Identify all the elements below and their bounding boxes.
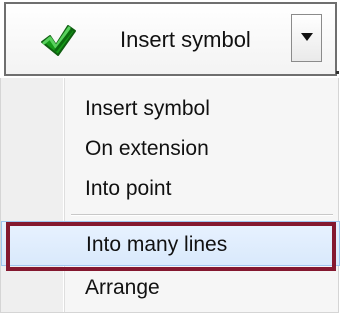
menu-item-label: On extension	[85, 137, 209, 160]
insert-symbol-dropdown-ui: Insert symbol Insert symbol On extension…	[0, 0, 347, 315]
menu-item-arrange[interactable]: Arrange	[1, 265, 340, 310]
insert-symbol-dropdown-menu: Insert symbol On extension Into point In…	[0, 78, 340, 313]
dropdown-toggle-button[interactable]	[291, 14, 322, 62]
menu-separator	[71, 214, 333, 216]
menu-item-label: Into many lines	[86, 233, 228, 256]
insert-symbol-split-button[interactable]: Insert symbol	[4, 2, 337, 76]
menu-item-label: Arrange	[85, 276, 160, 299]
menu-item-on-extension[interactable]: On extension	[1, 126, 340, 171]
check-icon	[41, 25, 76, 56]
chevron-down-icon	[301, 33, 313, 41]
menu-item-into-many-lines[interactable]: Into many lines	[1, 221, 340, 266]
menu-item-label: Insert symbol	[85, 97, 210, 120]
menu-item-into-point[interactable]: Into point	[1, 166, 340, 211]
menu-item-label: Into point	[85, 177, 172, 200]
insert-symbol-button-label: Insert symbol	[120, 27, 251, 52]
menu-item-insert-symbol[interactable]: Insert symbol	[1, 86, 340, 131]
window-edge-mark	[336, 71, 339, 74]
